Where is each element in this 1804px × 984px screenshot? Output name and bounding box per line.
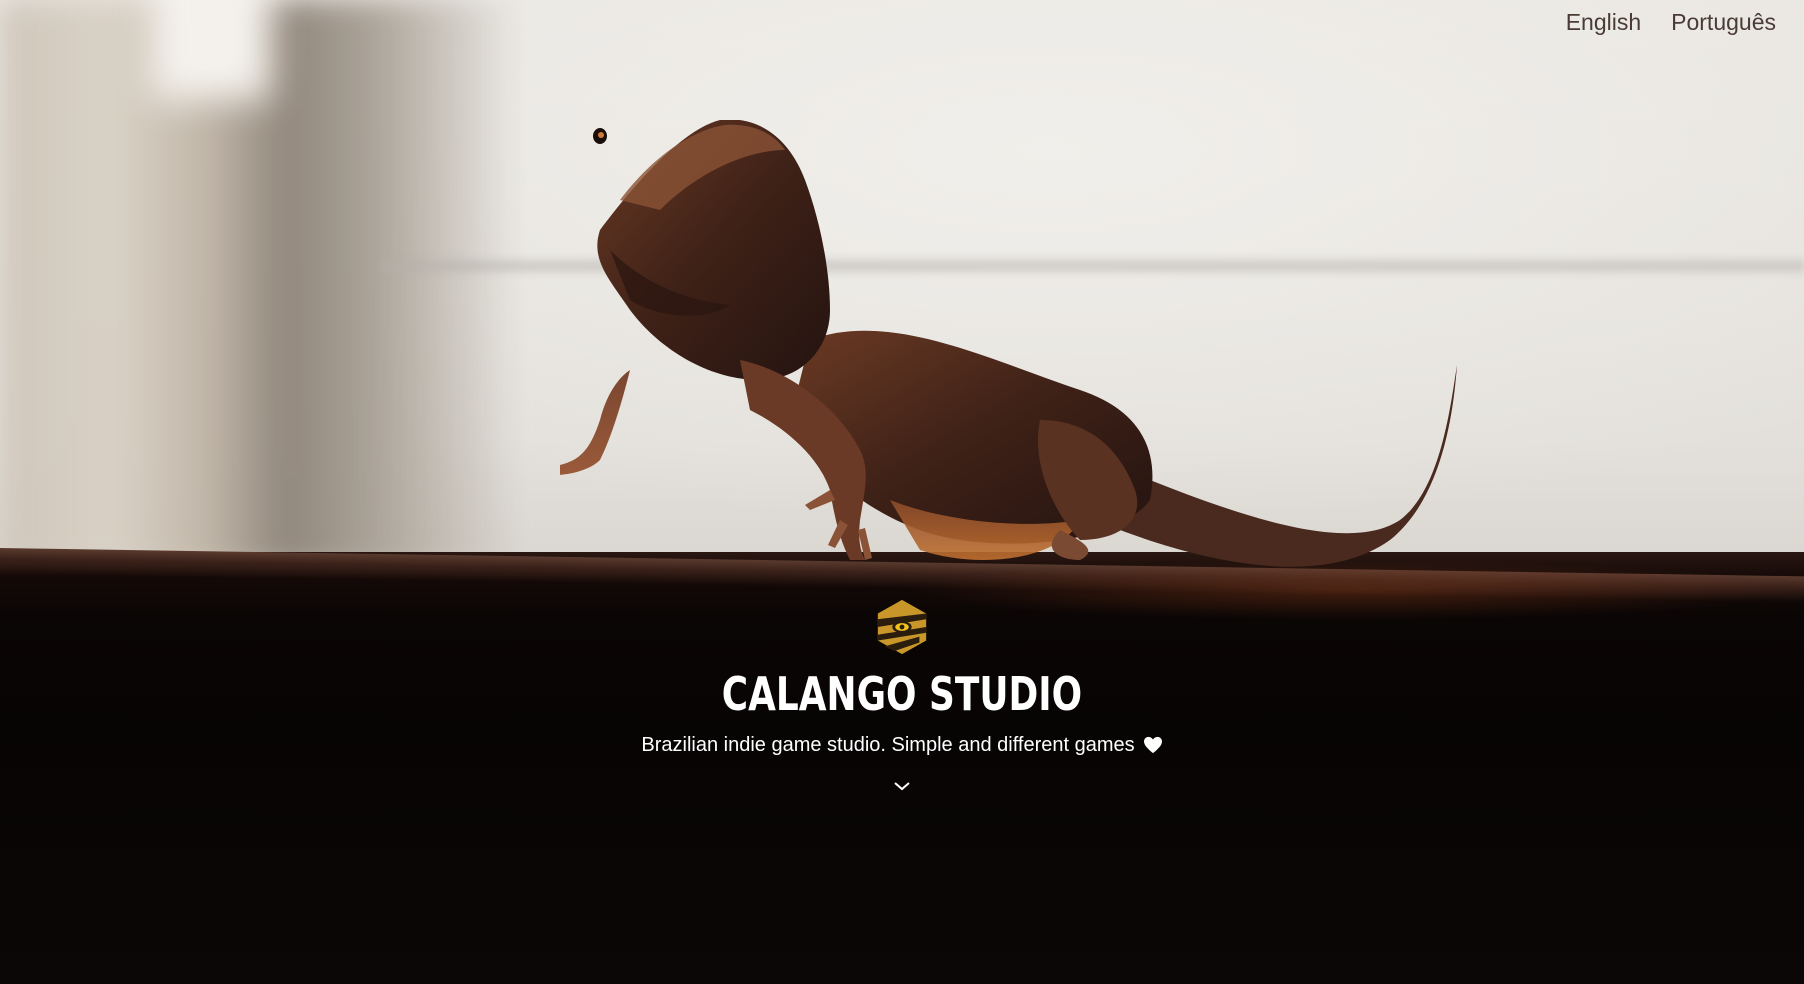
lang-portuguese-link[interactable]: Português <box>1671 8 1776 36</box>
calango-logo-icon <box>877 599 927 655</box>
lizard-image <box>560 120 1457 567</box>
hero-subtitle-row: Brazilian indie game studio. Simple and … <box>641 732 1162 758</box>
heart-icon <box>1143 736 1162 754</box>
hero-content: CALANGO STUDIO Brazilian indie game stud… <box>0 598 1804 792</box>
hero-section: English Português CALANGO STUDIO Brazili… <box>0 0 1804 984</box>
chevron-down-icon[interactable] <box>893 780 911 792</box>
background-highlight <box>150 0 270 100</box>
page-title: CALANGO STUDIO <box>721 667 1083 721</box>
language-nav: English Português <box>1566 8 1776 36</box>
hero-subtitle: Brazilian indie game studio. Simple and … <box>641 734 1135 756</box>
lang-english-link[interactable]: English <box>1566 8 1641 36</box>
